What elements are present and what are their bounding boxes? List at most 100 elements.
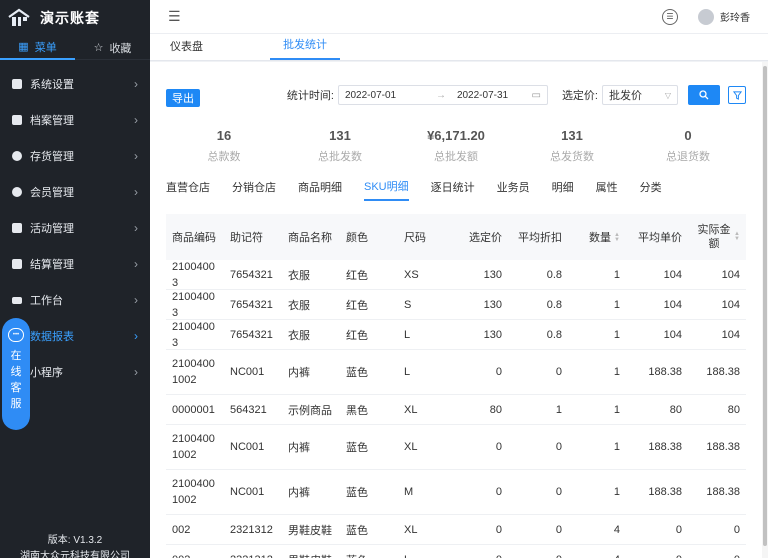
version-label: 版本: V1.3.2	[47, 535, 103, 546]
sidebar-tab-favorites[interactable]: ☆ 收藏	[75, 36, 150, 60]
subtab-detail[interactable]: 明细	[552, 179, 574, 200]
sidebar-item-settlement[interactable]: 结算管理 ›	[0, 246, 150, 282]
logo-icon	[6, 7, 32, 29]
price-select[interactable]: 批发价 ▽	[602, 85, 678, 105]
date-range-picker[interactable]: 2022-07-01 → 2022-07-31 ▭	[337, 85, 548, 105]
table-row[interactable]: 21004001002 NC001 内裤 蓝色 M 0 0 1 188.38 188.38	[166, 470, 746, 515]
date-from[interactable]: 2022-07-01	[345, 90, 429, 101]
tab-dashboard[interactable]: 仪表盘	[170, 38, 240, 60]
table-body: 21004003 7654321 衣服 红色 XS 130 0.8 1 104 104 210040…	[166, 260, 746, 558]
col-header: 尺码	[404, 232, 426, 244]
gift-icon	[12, 223, 22, 233]
sidebar-item-system-settings[interactable]: 系统设置 ›	[0, 66, 150, 102]
col-header: 平均单价	[638, 232, 682, 244]
table-cell: 衣服	[288, 299, 310, 312]
col-header-sortable[interactable]: 数量 ▲ ▼	[568, 229, 626, 245]
table-cell: 衣服	[288, 269, 310, 282]
table-cell: 0	[688, 554, 746, 558]
archive-icon	[12, 115, 22, 125]
table-cell: 21004003	[172, 320, 215, 349]
table-cell: 蓝色	[346, 367, 368, 379]
subtab-product-detail[interactable]: 商品明细	[298, 179, 342, 200]
subtab-salesman[interactable]: 业务员	[497, 179, 530, 200]
col-header-sortable[interactable]: 实际金额 ▲ ▼	[688, 223, 746, 251]
user-name[interactable]: 彭玲香	[720, 9, 750, 24]
subtab-category[interactable]: 分类	[640, 179, 662, 200]
table-cell: 蓝色	[346, 524, 368, 537]
table-cell: 130	[483, 328, 502, 341]
sort-icon[interactable]: ▲ ▼	[614, 232, 620, 243]
table-cell: 21004003	[172, 290, 215, 319]
sidebar-item-inventory[interactable]: 存货管理 ›	[0, 138, 150, 174]
table-cell: 男鞋皮鞋	[282, 552, 340, 558]
table-cell: 衣服	[288, 329, 310, 342]
table-row[interactable]: 21004001002 NC001 内裤 蓝色 L 0 0 1 188.38 188.38	[166, 350, 746, 395]
table-row[interactable]: 0022321312男鞋皮鞋蓝色L00400	[166, 545, 746, 558]
menu-circle-icon[interactable]: ☰	[662, 8, 678, 25]
table-cell: 1	[613, 298, 620, 311]
filters: 统计时间: 2022-07-01 → 2022-07-31 ▭ 选定价: 批发价…	[287, 85, 746, 105]
col-header: 商品名称	[288, 232, 332, 244]
table-cell: 80	[489, 403, 502, 416]
stat-value: 131	[329, 128, 351, 143]
table-cell: 80	[669, 403, 682, 416]
subtab-sku-detail[interactable]: SKU明细	[364, 178, 409, 201]
table-row[interactable]: 21004003 7654321 衣服 红色 S 130 0.8 1 104 104	[166, 290, 746, 320]
subtab-distribution-store[interactable]: 分销仓店	[232, 179, 276, 200]
chevron-right-icon: ›	[134, 149, 138, 163]
table-cell: 蓝色	[346, 487, 368, 499]
table-row[interactable]: 21004001002 NC001 内裤 蓝色 XL 0 0 1 188.38 188.38	[166, 425, 746, 470]
stat-value: 16	[216, 128, 232, 143]
table-cell: 564321	[230, 403, 267, 416]
avatar[interactable]	[698, 8, 714, 25]
price-select-value: 批发价	[609, 90, 642, 102]
table-cell: 蓝色	[346, 442, 368, 454]
table-cell: 0	[495, 486, 502, 498]
stat-value: 131	[561, 128, 583, 143]
chat-icon: •••	[8, 328, 24, 342]
tab-wholesale-stats[interactable]: 批发统计	[270, 36, 340, 60]
table-cell: 0	[555, 486, 562, 498]
stat-label: 总批发数	[318, 151, 362, 163]
table-cell: 188.38	[648, 486, 682, 498]
subtab-attribute[interactable]: 属性	[596, 179, 618, 200]
sidebar-item-members[interactable]: 会员管理 ›	[0, 174, 150, 210]
table-cell: 002	[166, 552, 224, 558]
sidebar-item-label: 结算管理	[30, 259, 74, 271]
sidebar-item-label: 小程序	[30, 367, 63, 379]
sidebar-item-activities[interactable]: 活动管理 ›	[0, 210, 150, 246]
collapse-menu-icon[interactable]: ☰	[168, 8, 182, 25]
export-button[interactable]: 导出	[166, 88, 200, 107]
member-icon	[12, 187, 22, 197]
table-row[interactable]: 0000001 564321 示例商品 黑色 XL 80 1 1 80 80	[166, 395, 746, 425]
table-cell: 0000001	[172, 403, 215, 416]
chevron-right-icon: ›	[134, 221, 138, 235]
search-button[interactable]	[688, 85, 720, 105]
table-cell: 104	[721, 328, 740, 341]
scrollbar-thumb[interactable]	[763, 66, 767, 546]
sidebar-item-archive[interactable]: 档案管理 ›	[0, 102, 150, 138]
table-cell: 0	[675, 523, 682, 536]
stat-value: 0	[684, 128, 692, 143]
table-cell: 21004003	[172, 260, 215, 289]
table-row[interactable]: 21004003 7654321 衣服 红色 XS 130 0.8 1 104 104	[166, 260, 746, 290]
table-row[interactable]: 002 2321312 男鞋皮鞋 蓝色 XL 0 0 4 0 0	[166, 515, 746, 545]
sort-icon[interactable]: ▲ ▼	[734, 231, 740, 242]
chevron-right-icon: ›	[134, 113, 138, 127]
subtab-daily[interactable]: 逐日统计	[431, 179, 475, 200]
table-row[interactable]: 21004003 7654321 衣服 红色 L 130 0.8 1 104 104	[166, 320, 746, 350]
toolbar: 导出 统计时间: 2022-07-01 → 2022-07-31 ▭ 选定价: …	[166, 84, 746, 107]
table-cell: 0	[733, 523, 740, 536]
col-header: 平均折扣	[518, 232, 562, 244]
sidebar-tab-menu[interactable]: ▦ 菜单	[0, 36, 75, 60]
date-to[interactable]: 2022-07-31	[453, 90, 532, 101]
subtab-direct-store[interactable]: 直营仓店	[166, 179, 210, 200]
table-cell: 130	[483, 298, 502, 311]
stat-total-returned: 0 总退货数	[630, 128, 746, 164]
table-cell: L	[398, 554, 454, 558]
filter-button[interactable]	[728, 86, 746, 104]
online-service-button[interactable]: ••• 在 线 客 服	[2, 318, 30, 430]
time-label: 统计时间:	[286, 90, 334, 102]
table-cell: 0	[454, 554, 508, 558]
sidebar-item-workbench[interactable]: 工作台 ›	[0, 282, 150, 318]
